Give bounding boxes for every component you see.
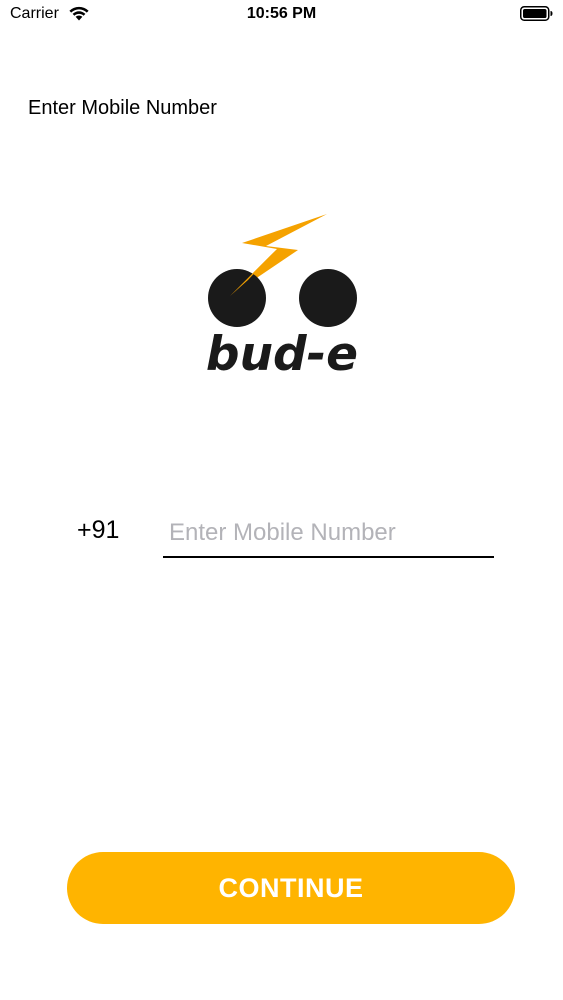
status-time: 10:56 PM [246, 5, 317, 22]
status-bar: Carrier 10:56 PM [0, 0, 563, 30]
continue-button[interactable]: CONTINUE [67, 852, 515, 924]
right-wheel-icon [299, 269, 357, 327]
login-screen: Carrier 10:56 PM Enter Mobile Number bud… [0, 0, 563, 1000]
left-wheel-icon [208, 269, 266, 327]
mobile-number-input[interactable] [163, 510, 494, 558]
battery-icon [520, 6, 553, 21]
bud-e-logo: bud-e [206, 214, 358, 380]
screen-title: Enter Mobile Number [28, 97, 217, 119]
country-code-label: +91 [77, 516, 120, 544]
logo-wordmark: bud-e [206, 327, 358, 380]
